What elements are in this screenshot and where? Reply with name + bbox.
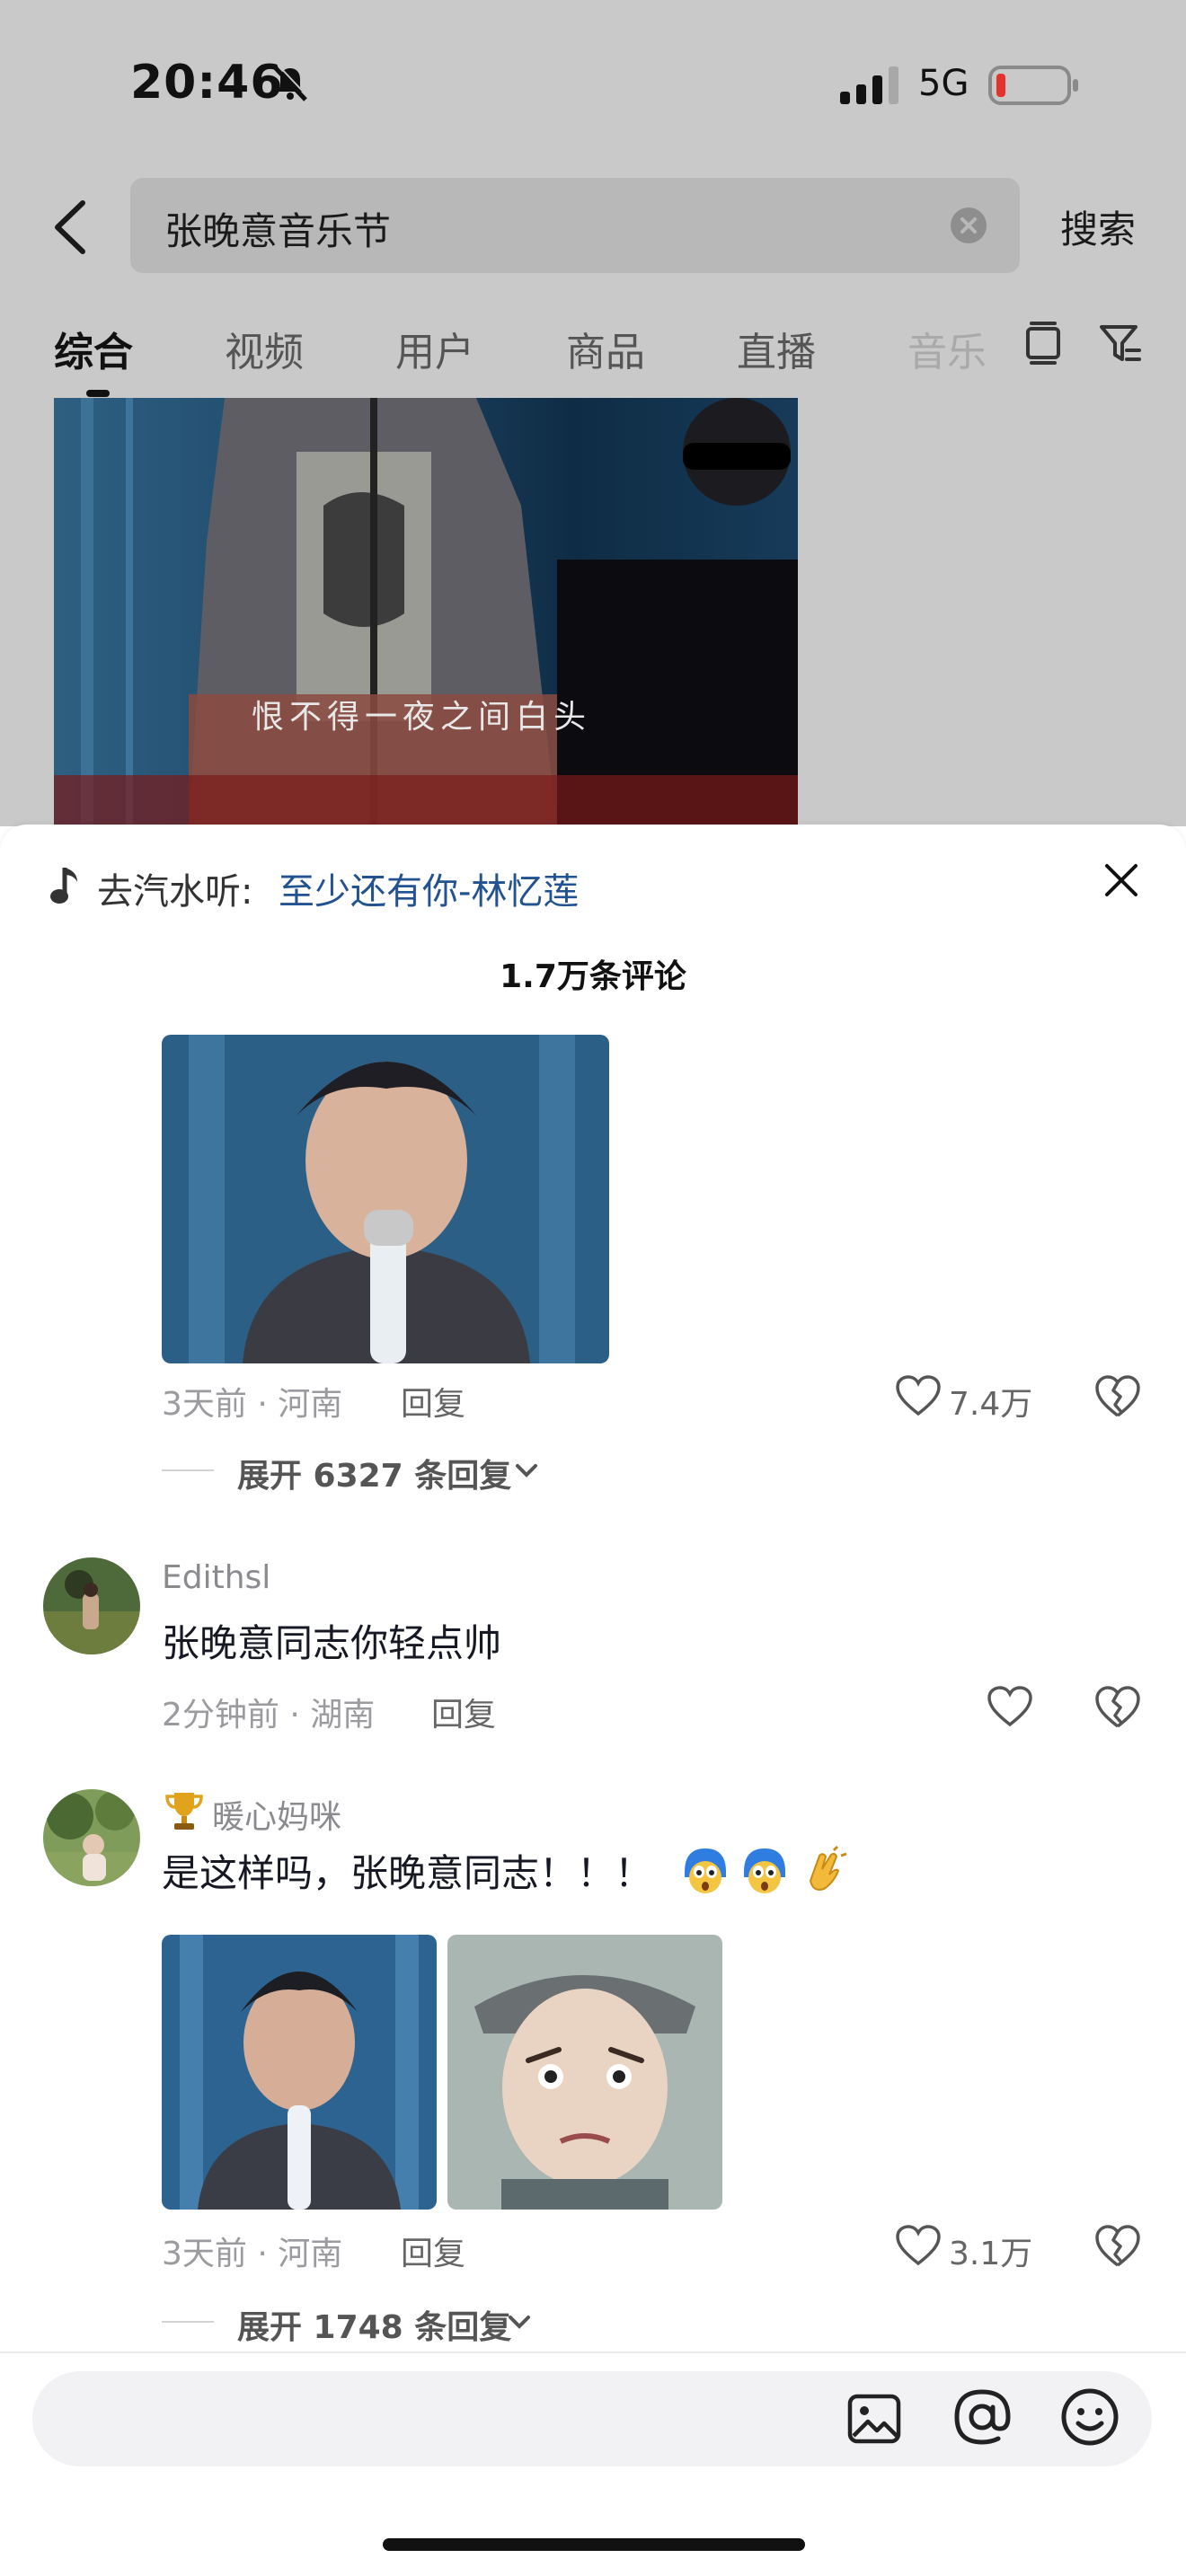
shocked-face-emoji-icon bbox=[685, 1848, 726, 1893]
music-track-link[interactable]: 至少还有你-林忆莲 bbox=[279, 862, 579, 914]
reply-button[interactable]: 回复 bbox=[401, 1378, 465, 1425]
like-count: 7.4万 bbox=[949, 1386, 1033, 1423]
comment-meta: 3天前 · 河南 bbox=[162, 1386, 343, 1423]
comment-meta: 3天前 · 河南 bbox=[162, 2236, 343, 2272]
comment-meta: 2分钟前 · 湖南 bbox=[162, 1697, 376, 1734]
video-subtitle: 恨不得一夜之间白头 bbox=[252, 699, 592, 736]
search-results-backdrop: 20:46 5G 张晚意音乐节 搜索 综合 视频 用户 商品 直播 音乐 恨不得… bbox=[0, 0, 1186, 826]
comment-username[interactable]: 暖心妈咪 bbox=[212, 1791, 341, 1838]
like-count: 3.1万 bbox=[949, 2236, 1033, 2272]
avatar-photo bbox=[43, 1557, 140, 1654]
surprised-face-meme-illustration bbox=[447, 1935, 722, 2210]
comment-sheet: 去汽水听: 至少还有你-林忆莲 1.7万条评论 3天前 · 河南 回复 7.4万… bbox=[0, 825, 1186, 2576]
like-heart-icon[interactable] bbox=[895, 2224, 942, 2267]
shocked-face-emoji-icon bbox=[744, 1848, 785, 1893]
home-indicator bbox=[383, 2538, 805, 2551]
image-picker-icon[interactable] bbox=[845, 2389, 904, 2448]
comment-count: 1.7万条评论 bbox=[500, 958, 686, 995]
comment-image[interactable] bbox=[447, 1935, 722, 2210]
expand-replies-button[interactable]: 展开 6327 条回复 bbox=[237, 1450, 511, 1496]
search-button[interactable]: 搜索 bbox=[1060, 199, 1136, 254]
clapping-hands-emoji-icon bbox=[809, 1845, 847, 1891]
battery-icon bbox=[988, 66, 1078, 105]
dislike-broken-heart-icon[interactable] bbox=[1094, 1685, 1141, 1730]
tab-music[interactable]: 音乐 bbox=[907, 320, 987, 377]
trophy-icon bbox=[165, 1793, 203, 1830]
chevron-down-icon bbox=[516, 1464, 537, 1478]
input-divider bbox=[0, 2351, 1186, 2353]
expand-replies-button[interactable]: 展开 1748 条回复 bbox=[237, 2301, 511, 2348]
tab-live[interactable]: 直播 bbox=[737, 320, 816, 377]
avatar[interactable] bbox=[43, 1789, 140, 1886]
search-query: 张晚意音乐节 bbox=[164, 209, 392, 253]
like-heart-icon[interactable] bbox=[895, 1374, 942, 1417]
avatar-photo bbox=[43, 1789, 140, 1886]
video-result-thumbnail[interactable]: 恨不得一夜之间白头 bbox=[54, 398, 798, 826]
singer-illustration bbox=[162, 1935, 437, 2210]
emoji-smile-icon[interactable] bbox=[1058, 2386, 1121, 2448]
expand-divider bbox=[162, 1469, 214, 1471]
comment-username[interactable]: Edithsl bbox=[162, 1559, 270, 1596]
chevron-down-icon bbox=[509, 2316, 530, 2329]
comment-image[interactable] bbox=[162, 1035, 609, 1363]
search-input[interactable]: 张晚意音乐节 bbox=[130, 178, 1020, 273]
tab-products[interactable]: 商品 bbox=[566, 320, 645, 377]
mention-at-icon[interactable] bbox=[951, 2386, 1013, 2448]
back-arrow-icon[interactable] bbox=[47, 196, 93, 259]
status-time: 20:46 bbox=[130, 56, 284, 110]
dislike-broken-heart-icon[interactable] bbox=[1094, 2224, 1141, 2269]
signal-icon bbox=[840, 66, 898, 104]
comment-text: 张晚意同志你轻点帅 bbox=[162, 1621, 502, 1665]
like-heart-icon[interactable] bbox=[987, 1685, 1033, 1728]
music-source-label: 去汽水听: bbox=[97, 871, 253, 913]
comment-text: 是这样吗，张晚意同志！！！ bbox=[162, 1851, 653, 1895]
dislike-broken-heart-icon[interactable] bbox=[1094, 1374, 1141, 1419]
tab-comprehensive[interactable]: 综合 bbox=[54, 320, 133, 377]
network-label: 5G bbox=[918, 63, 969, 104]
tab-video[interactable]: 视频 bbox=[225, 320, 304, 377]
filter-icon[interactable] bbox=[1098, 320, 1143, 366]
active-tab-indicator bbox=[86, 390, 110, 397]
comment-image[interactable] bbox=[162, 1935, 437, 2210]
reply-button[interactable]: 回复 bbox=[401, 2228, 465, 2274]
tab-users[interactable]: 用户 bbox=[395, 320, 474, 377]
close-icon[interactable] bbox=[1100, 859, 1143, 902]
avatar[interactable] bbox=[43, 1557, 140, 1654]
singer-closeup-illustration bbox=[162, 1035, 609, 1363]
bell-muted-icon bbox=[273, 64, 309, 101]
music-note-icon bbox=[50, 868, 77, 904]
performer-illustration bbox=[54, 398, 798, 826]
layout-switch-icon[interactable] bbox=[1022, 320, 1064, 366]
expand-divider bbox=[162, 2321, 214, 2323]
clear-search-icon[interactable] bbox=[950, 207, 987, 244]
reply-button[interactable]: 回复 bbox=[431, 1689, 496, 1735]
